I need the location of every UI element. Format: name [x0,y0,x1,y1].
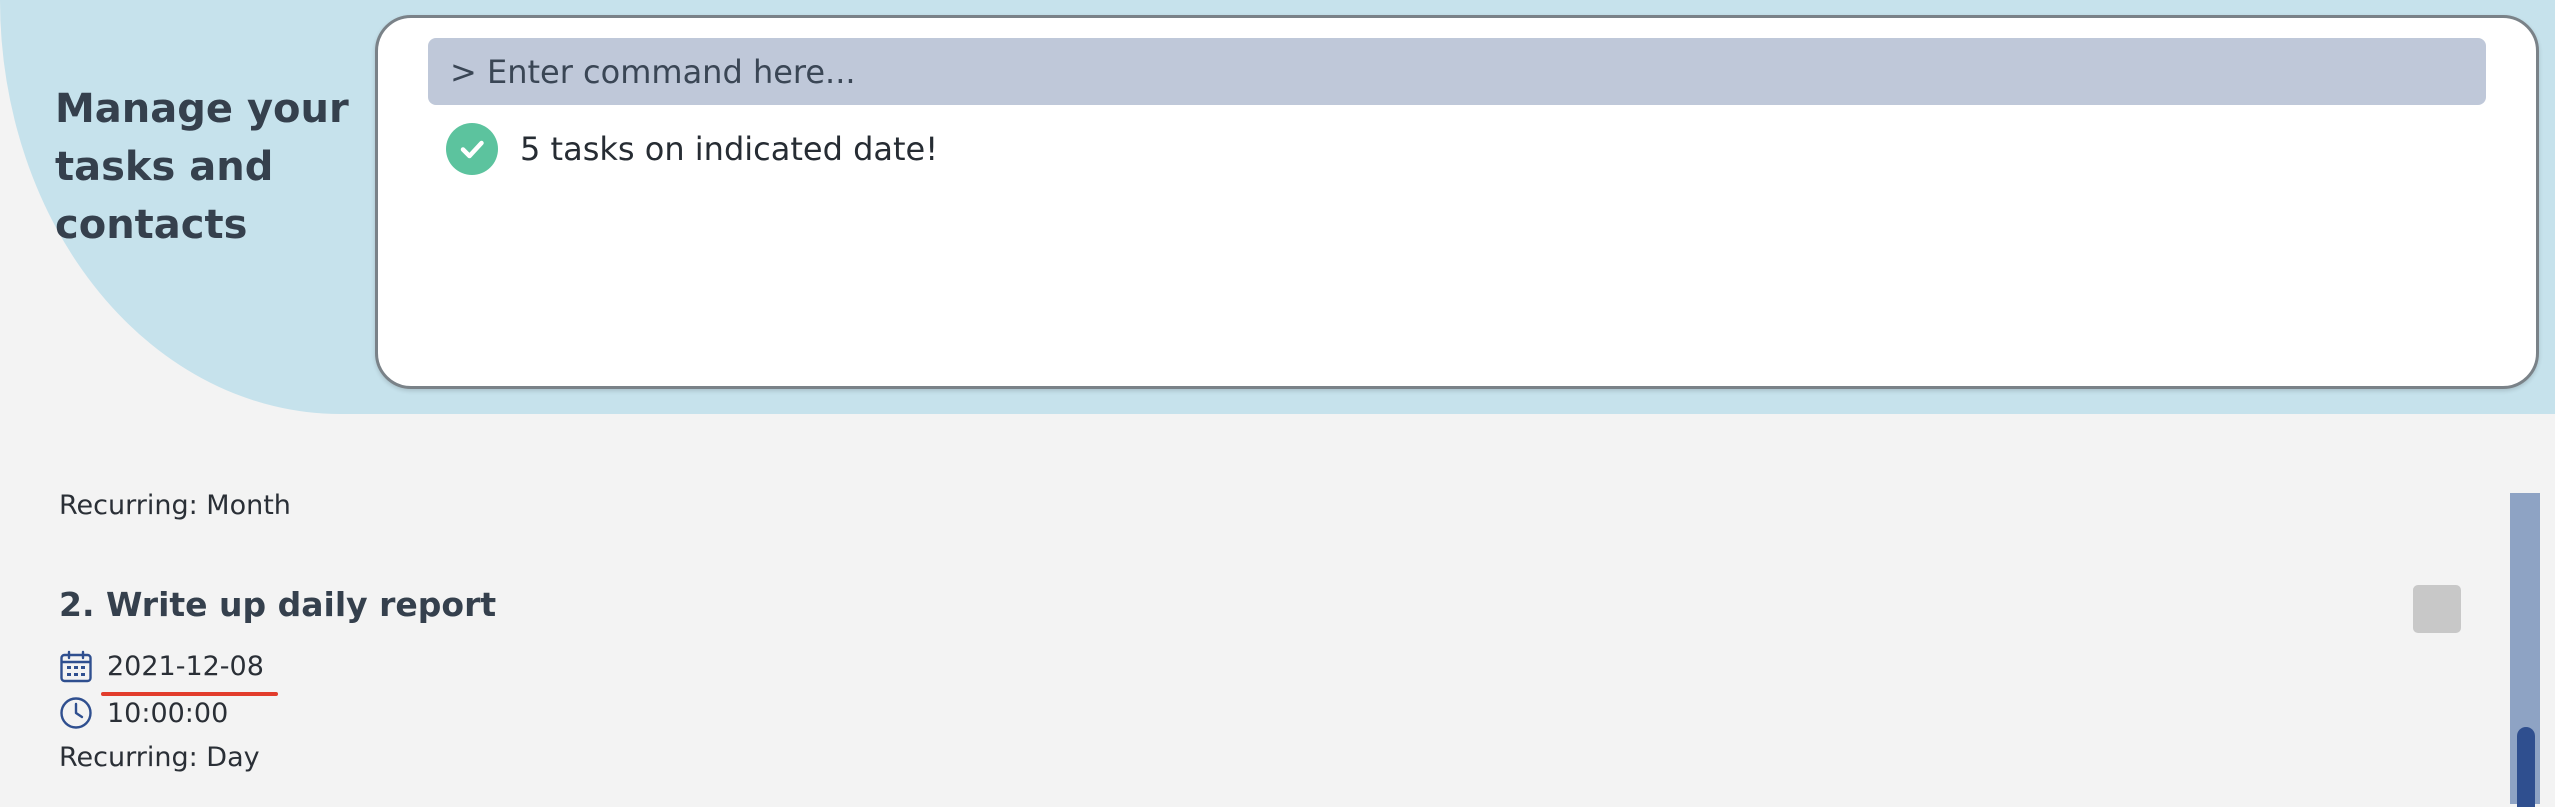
task-title: 2. Write up daily report [59,585,497,624]
check-circle-icon [446,123,498,175]
task-date-row: 2021-12-08 [59,650,278,696]
recurring-label: Recurring: Month [59,490,291,521]
task-date-value: 2021-12-08 [107,650,264,682]
scrollbar-thumb[interactable] [2517,727,2535,807]
clock-icon [59,696,93,730]
result-message: 5 tasks on indicated date! [520,130,939,168]
command-input[interactable] [428,38,2486,105]
task-date: 2021-12-08 [101,650,278,696]
task-recurring: Recurring: Day [59,742,260,773]
command-panel: 5 tasks on indicated date! [375,15,2539,389]
date-highlight-underline [101,691,278,696]
task-time-row: 10:00:00 [59,696,228,730]
calendar-icon [59,650,93,684]
app-tagline: Manage your tasks and contacts [55,86,349,248]
task-done-checkbox[interactable] [2413,585,2461,633]
task-list[interactable]: Recurring: Month 2. Write up daily repor… [0,470,2500,804]
task-time: 10:00:00 [107,697,229,729]
command-result: 5 tasks on indicated date! [446,123,938,175]
